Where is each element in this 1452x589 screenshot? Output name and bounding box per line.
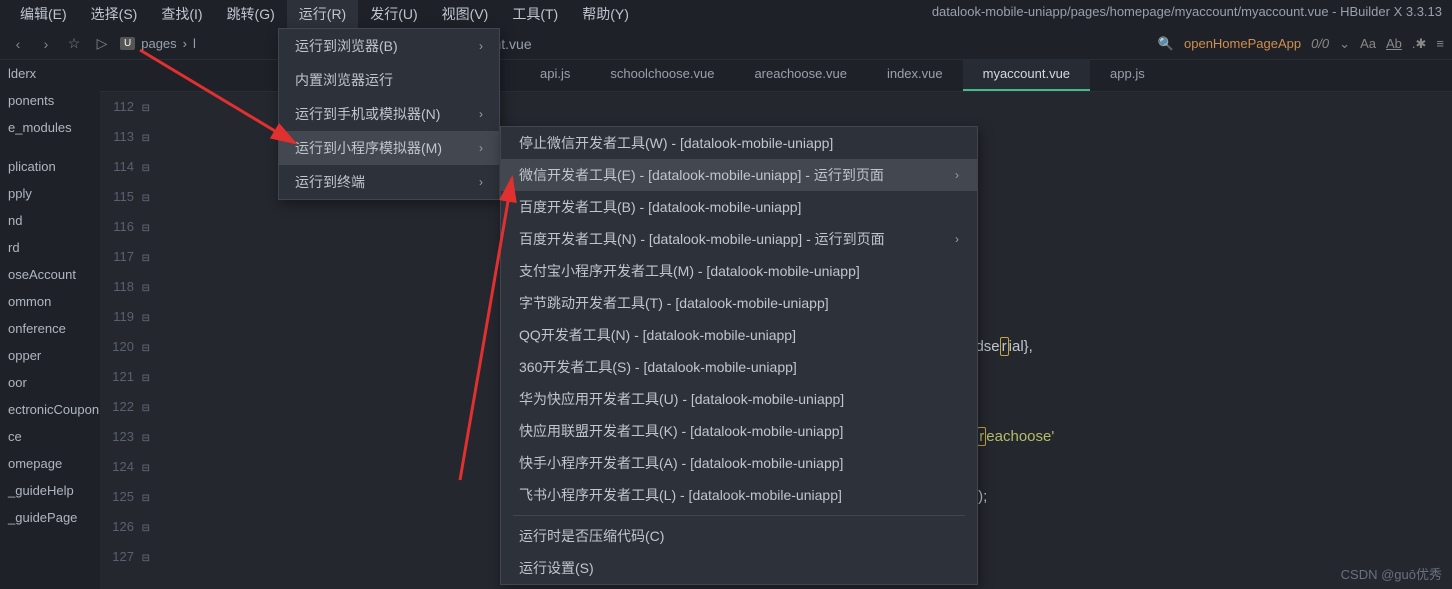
line-number: 123 ⊟ bbox=[100, 422, 150, 452]
tab-app.js[interactable]: app.js bbox=[1090, 60, 1165, 91]
case-icon[interactable]: Aa bbox=[1360, 36, 1376, 51]
sidebar-item[interactable] bbox=[0, 141, 100, 153]
line-number: 122 ⊟ bbox=[100, 392, 150, 422]
watermark: CSDN @guō优秀 bbox=[1341, 564, 1442, 583]
crumb-l[interactable]: l bbox=[193, 36, 196, 51]
play-icon[interactable]: ▷ bbox=[92, 34, 112, 54]
submenu-item[interactable]: 运行时是否压缩代码(C) bbox=[501, 520, 977, 552]
open-app-label[interactable]: openHomePageApp bbox=[1184, 36, 1301, 51]
tab-schoolchoose.vue[interactable]: schoolchoose.vue bbox=[590, 60, 734, 91]
sidebar-item[interactable]: opper bbox=[0, 342, 100, 369]
sidebar-item[interactable]: ectronicCoupon bbox=[0, 396, 100, 423]
submenu-item[interactable]: 360开发者工具(S) - [datalook-mobile-uniapp] bbox=[501, 351, 977, 383]
menu-item[interactable]: 运行到手机或模拟器(N)› bbox=[279, 97, 499, 131]
line-number: 120 ⊟ bbox=[100, 332, 150, 362]
menu-2[interactable]: 查找(I) bbox=[149, 0, 214, 28]
sidebar-item[interactable]: oseAccount bbox=[0, 261, 100, 288]
search-icon[interactable]: 🔍 bbox=[1158, 36, 1174, 52]
sidebar-item[interactable]: ponents bbox=[0, 87, 100, 114]
sidebar-item[interactable]: _guidePage bbox=[0, 504, 100, 531]
tab-api.js[interactable]: api.js bbox=[520, 60, 590, 91]
submenu-item[interactable]: QQ开发者工具(N) - [datalook-mobile-uniapp] bbox=[501, 319, 977, 351]
menu-3[interactable]: 跳转(G) bbox=[215, 0, 287, 28]
line-number: 119 ⊟ bbox=[100, 302, 150, 332]
submenu-item[interactable]: 百度开发者工具(B) - [datalook-mobile-uniapp] bbox=[501, 191, 977, 223]
menu-5[interactable]: 发行(U) bbox=[358, 0, 429, 28]
chevron-right-icon: › bbox=[479, 175, 483, 189]
menu-4[interactable]: 运行(R) bbox=[287, 0, 358, 28]
line-number: 116 ⊟ bbox=[100, 212, 150, 242]
submenu-item[interactable]: 运行设置(S) bbox=[501, 552, 977, 584]
submenu-item[interactable]: 支付宝小程序开发者工具(M) - [datalook-mobile-uniapp… bbox=[501, 255, 977, 287]
sidebar-item[interactable]: lderx bbox=[0, 60, 100, 87]
line-number: 117 ⊟ bbox=[100, 242, 150, 272]
gutter: 112 ⊟113 ⊟114 ⊟115 ⊟116 ⊟117 ⊟118 ⊟119 ⊟… bbox=[100, 92, 160, 589]
toolbar: ‹ › ☆ ▷ U pages › l ccount.vue 🔍 openHom… bbox=[0, 28, 1452, 60]
crumb-badge: U bbox=[120, 37, 135, 50]
line-number: 126 ⊟ bbox=[100, 512, 150, 542]
run-menu: 运行到浏览器(B)›内置浏览器运行运行到手机或模拟器(N)›运行到小程序模拟器(… bbox=[278, 28, 500, 200]
sidebar-item[interactable]: plication bbox=[0, 153, 100, 180]
sidebar-item[interactable]: ce bbox=[0, 423, 100, 450]
sidebar-item[interactable]: omepage bbox=[0, 450, 100, 477]
line-number: 124 ⊟ bbox=[100, 452, 150, 482]
regex-icon[interactable]: .✱ bbox=[1412, 36, 1427, 52]
tab-areachoose.vue[interactable]: areachoose.vue bbox=[734, 60, 867, 91]
chevron-right-icon: › bbox=[955, 232, 959, 246]
search-counter: 0/0 bbox=[1311, 36, 1329, 51]
sidebar-item[interactable]: _guideHelp bbox=[0, 477, 100, 504]
crumb-pages[interactable]: pages bbox=[141, 36, 176, 51]
separator bbox=[513, 515, 965, 516]
sidebar-item[interactable]: onference bbox=[0, 315, 100, 342]
submenu-item[interactable]: 飞书小程序开发者工具(L) - [datalook-mobile-uniapp] bbox=[501, 479, 977, 511]
chevron-right-icon: › bbox=[479, 141, 483, 155]
star-icon[interactable]: ☆ bbox=[64, 34, 84, 54]
line-number: 121 ⊟ bbox=[100, 362, 150, 392]
chevron-down-icon[interactable]: ⌄ bbox=[1339, 36, 1350, 52]
tab-index.vue[interactable]: index.vue bbox=[867, 60, 963, 91]
submenu-item[interactable]: 停止微信开发者工具(W) - [datalook-mobile-uniapp] bbox=[501, 127, 977, 159]
tab-myaccount.vue[interactable]: myaccount.vue bbox=[963, 60, 1090, 91]
submenu-item[interactable]: 百度开发者工具(N) - [datalook-mobile-uniapp] - … bbox=[501, 223, 977, 255]
menu-item[interactable]: 运行到终端› bbox=[279, 165, 499, 199]
line-number: 118 ⊟ bbox=[100, 272, 150, 302]
nav-back-icon[interactable]: ‹ bbox=[8, 34, 28, 54]
miniprogram-submenu: 停止微信开发者工具(W) - [datalook-mobile-uniapp]微… bbox=[500, 126, 978, 585]
sidebar-item[interactable]: nd bbox=[0, 207, 100, 234]
app-title: datalook-mobile-uniapp/pages/homepage/my… bbox=[932, 4, 1442, 19]
sidebar-item[interactable]: pply bbox=[0, 180, 100, 207]
menu-1[interactable]: 选择(S) bbox=[79, 0, 150, 28]
menu-7[interactable]: 工具(T) bbox=[500, 0, 570, 28]
line-number: 112 ⊟ bbox=[100, 92, 150, 122]
menu-item[interactable]: 内置浏览器运行 bbox=[279, 63, 499, 97]
submenu-item[interactable]: 快应用联盟开发者工具(K) - [datalook-mobile-uniapp] bbox=[501, 415, 977, 447]
line-number: 114 ⊟ bbox=[100, 152, 150, 182]
breadcrumb: U pages › l bbox=[120, 36, 196, 51]
menu-item[interactable]: 运行到小程序模拟器(M)› bbox=[279, 131, 499, 165]
submenu-item[interactable]: 快手小程序开发者工具(A) - [datalook-mobile-uniapp] bbox=[501, 447, 977, 479]
nav-forward-icon[interactable]: › bbox=[36, 34, 56, 54]
menu-6[interactable]: 视图(V) bbox=[430, 0, 501, 28]
crumb-sep: › bbox=[183, 36, 187, 51]
word-icon[interactable]: Ab bbox=[1386, 36, 1402, 51]
sidebar-item[interactable]: oor bbox=[0, 369, 100, 396]
line-number: 115 ⊟ bbox=[100, 182, 150, 212]
menu-item[interactable]: 运行到浏览器(B)› bbox=[279, 29, 499, 63]
submenu-item[interactable]: 字节跳动开发者工具(T) - [datalook-mobile-uniapp] bbox=[501, 287, 977, 319]
sidebar-item[interactable]: ommon bbox=[0, 288, 100, 315]
line-number: 125 ⊟ bbox=[100, 482, 150, 512]
menu-0[interactable]: 编辑(E) bbox=[8, 0, 79, 28]
sidebar-item[interactable]: rd bbox=[0, 234, 100, 261]
line-number: 127 ⊟ bbox=[100, 542, 150, 572]
sidebar: lderxponentse_modules plicationpplyndrdos… bbox=[0, 60, 100, 589]
line-number: 113 ⊟ bbox=[100, 122, 150, 152]
submenu-item[interactable]: 华为快应用开发者工具(U) - [datalook-mobile-uniapp] bbox=[501, 383, 977, 415]
sidebar-item[interactable]: e_modules bbox=[0, 114, 100, 141]
chevron-right-icon: › bbox=[479, 107, 483, 121]
menu-8[interactable]: 帮助(Y) bbox=[570, 0, 641, 28]
chevron-right-icon: › bbox=[955, 168, 959, 182]
submenu-item[interactable]: 微信开发者工具(E) - [datalook-mobile-uniapp] - … bbox=[501, 159, 977, 191]
menu-icon[interactable]: ≡ bbox=[1436, 36, 1444, 51]
chevron-right-icon: › bbox=[479, 39, 483, 53]
